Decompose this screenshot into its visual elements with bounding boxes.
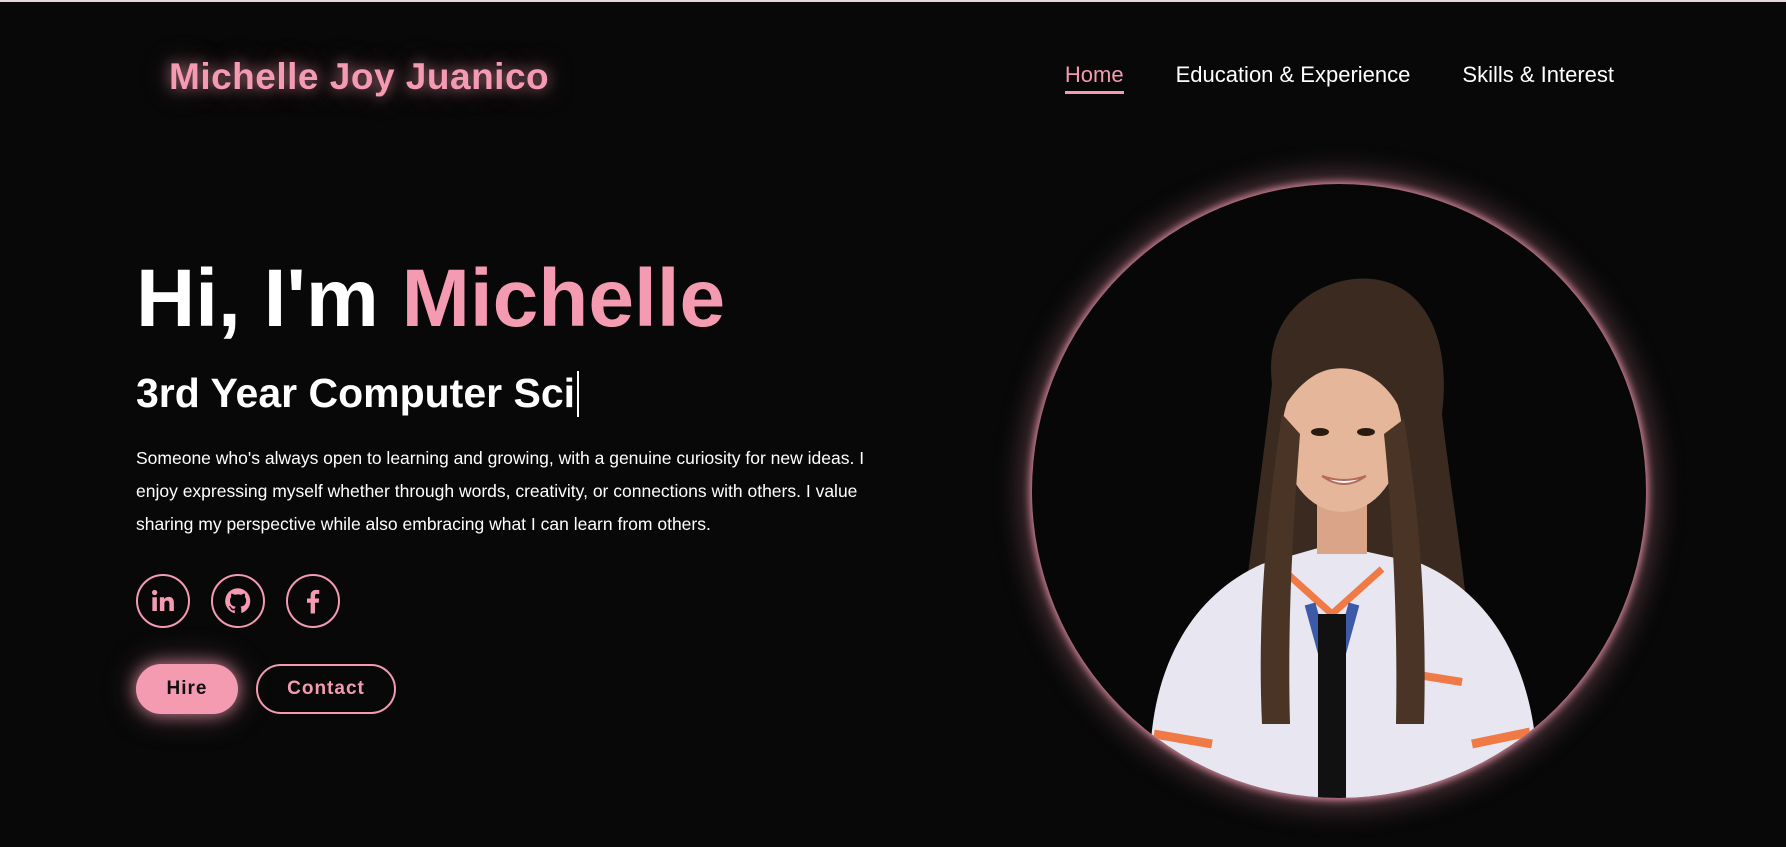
- hire-button[interactable]: Hire: [136, 664, 238, 714]
- contact-button[interactable]: Contact: [256, 664, 396, 714]
- profile-photo: [1032, 184, 1646, 798]
- typed-subtitle-text: 3rd Year Computer Sci: [136, 370, 576, 416]
- top-border-line: [0, 0, 1786, 2]
- typed-subtitle: 3rd Year Computer Sci: [136, 370, 580, 417]
- linkedin-icon: [152, 589, 174, 611]
- main-nav: Home Education & Experience Skills & Int…: [1064, 62, 1614, 94]
- hero-description: Someone who's always open to learning an…: [136, 448, 865, 534]
- hero-title: Hi, I'm Michelle: [136, 258, 725, 340]
- profile-photo-illustration: [1150, 278, 1538, 798]
- github-link[interactable]: [211, 574, 265, 628]
- nav-skills-interest[interactable]: Skills & Interest: [1462, 62, 1614, 94]
- hero-greeting: Hi, I'm: [136, 253, 379, 344]
- typing-cursor: [577, 370, 580, 417]
- hero-name: Michelle: [401, 253, 726, 344]
- github-icon: [225, 588, 251, 614]
- linkedin-link[interactable]: [136, 574, 190, 628]
- nav-education-experience[interactable]: Education & Experience: [1176, 62, 1411, 94]
- social-links: [136, 574, 340, 628]
- facebook-link[interactable]: [286, 574, 340, 628]
- cta-buttons: Hire Contact: [136, 664, 396, 714]
- site-logo[interactable]: Michelle Joy Juanico: [169, 56, 549, 98]
- facebook-icon: [307, 589, 320, 614]
- nav-home[interactable]: Home: [1064, 62, 1124, 94]
